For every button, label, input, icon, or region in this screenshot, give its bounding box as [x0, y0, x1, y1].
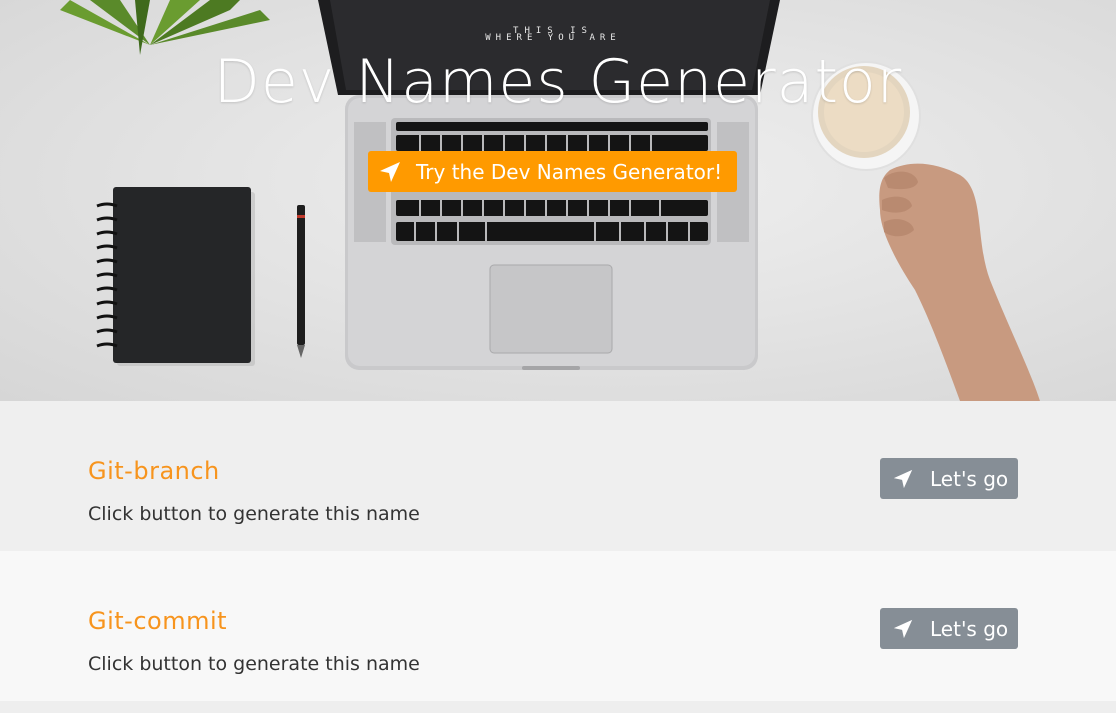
generator-row-git-commit: Git-commit Click button to generate this… [0, 551, 1116, 701]
git-commit-lets-go-button[interactable]: Let's go [880, 608, 1018, 649]
location-arrow-icon [378, 160, 402, 184]
lets-go-label: Let's go [930, 466, 1009, 491]
try-generator-button[interactable]: Try the Dev Names Generator! [368, 151, 737, 192]
page-title: Dev Names Generator [213, 47, 903, 117]
location-arrow-icon [892, 618, 914, 640]
generator-description: Click button to generate this name [88, 503, 420, 525]
next-row-edge [0, 701, 1116, 713]
generator-description: Click button to generate this name [88, 653, 420, 675]
try-generator-label: Try the Dev Names Generator! [416, 159, 723, 184]
hand-image [879, 163, 1040, 401]
notebook-image [96, 187, 255, 366]
generator-title: Git-commit [88, 607, 228, 635]
location-arrow-icon [892, 468, 914, 490]
lets-go-label: Let's go [930, 616, 1009, 641]
generator-row-git-branch: Git-branch Click button to generate this… [0, 401, 1116, 551]
git-branch-lets-go-button[interactable]: Let's go [880, 458, 1018, 499]
pencil-image [297, 205, 305, 358]
hero-banner: THIS IS WHERE YOU ARE Dev Names Generato… [0, 0, 1116, 401]
generator-title: Git-branch [88, 457, 220, 485]
